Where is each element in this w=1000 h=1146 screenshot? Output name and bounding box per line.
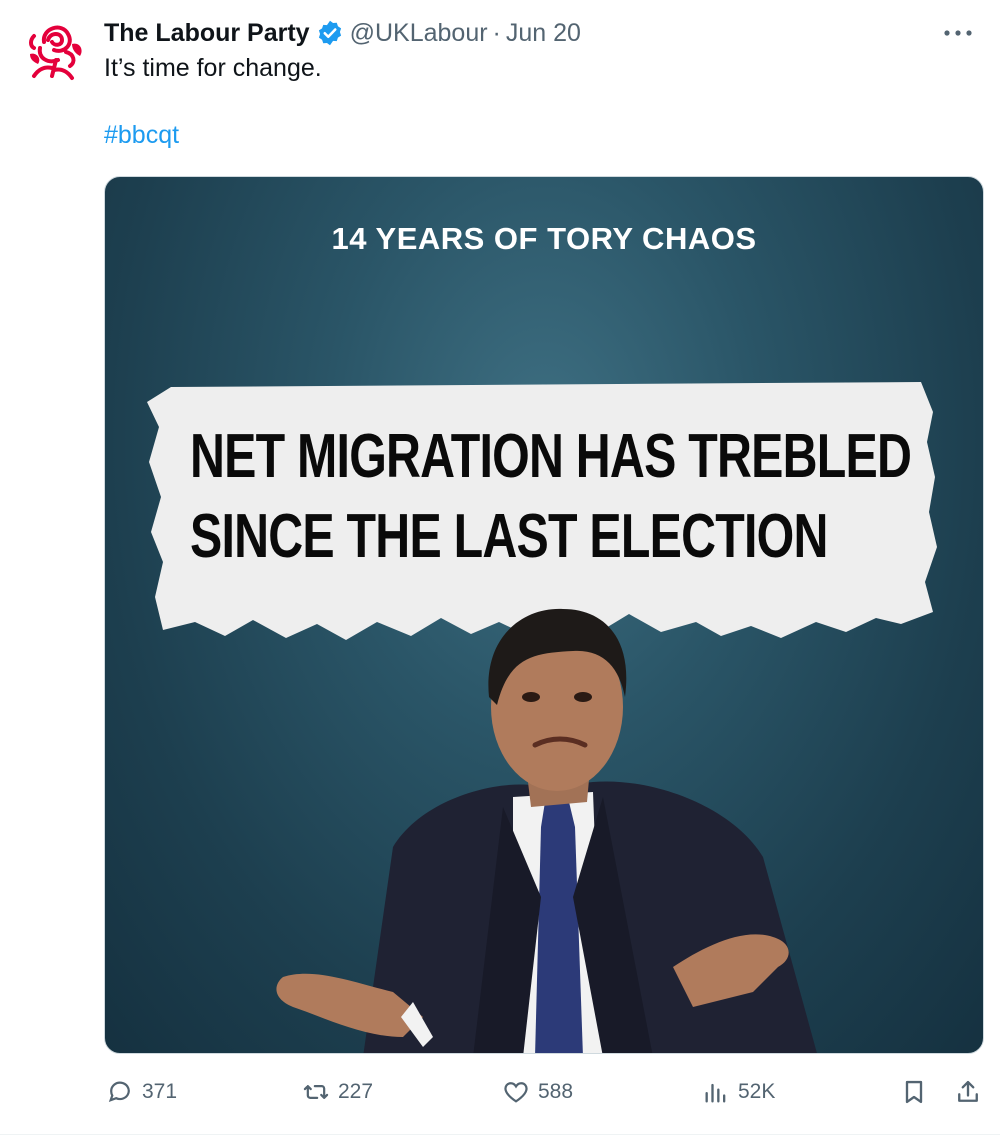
views-button[interactable]: 52K [702, 1070, 775, 1114]
tweet-text: It’s time for change. [104, 54, 322, 82]
tweet-header: The Labour Party @UKLabour · Jun 20 [104, 16, 980, 50]
share-icon [958, 1080, 978, 1102]
reply-icon [108, 1081, 130, 1103]
tweet-date[interactable]: Jun 20 [506, 19, 581, 48]
labour-rose-icon[interactable] [22, 14, 90, 82]
reply-button[interactable]: 371 [106, 1070, 177, 1114]
share-button[interactable] [954, 1070, 990, 1114]
views-count: 52K [738, 1080, 776, 1103]
hashtag-link[interactable]: #bbcqt [104, 121, 179, 150]
person-photo [276, 608, 817, 1053]
reply-count: 371 [142, 1080, 178, 1103]
more-icon[interactable] [938, 18, 978, 48]
separator-dot: · [492, 18, 501, 47]
like-button[interactable]: 588 [502, 1070, 573, 1114]
verified-badge-icon[interactable] [316, 19, 344, 47]
divider [0, 1134, 1000, 1135]
paper-headline: NET MIGRATION HAS TREBLED SINCE THE LAST… [190, 417, 912, 577]
repost-count: 227 [338, 1080, 374, 1103]
tweet-action-bar: 371 227 588 52K [104, 1070, 980, 1114]
repost-icon [303, 1085, 329, 1099]
heart-icon [504, 1082, 528, 1103]
media-headline: 14 YEARS OF TORY CHAOS [331, 221, 757, 256]
repost-button[interactable]: 227 [302, 1070, 373, 1114]
bookmark-icon [905, 1080, 923, 1104]
analytics-icon [705, 1083, 726, 1103]
like-count: 588 [538, 1080, 574, 1103]
paper-line-1: NET MIGRATION HAS TREBLED [190, 422, 912, 491]
tweet-media[interactable]: 14 YEARS OF TORY CHAOS NET MIGRATION HAS… [104, 176, 984, 1054]
paper-line-2: SINCE THE LAST ELECTION [190, 502, 828, 571]
author-handle[interactable]: @UKLabour [350, 19, 488, 48]
bookmark-button[interactable] [900, 1070, 936, 1114]
author-name[interactable]: The Labour Party [104, 19, 310, 48]
